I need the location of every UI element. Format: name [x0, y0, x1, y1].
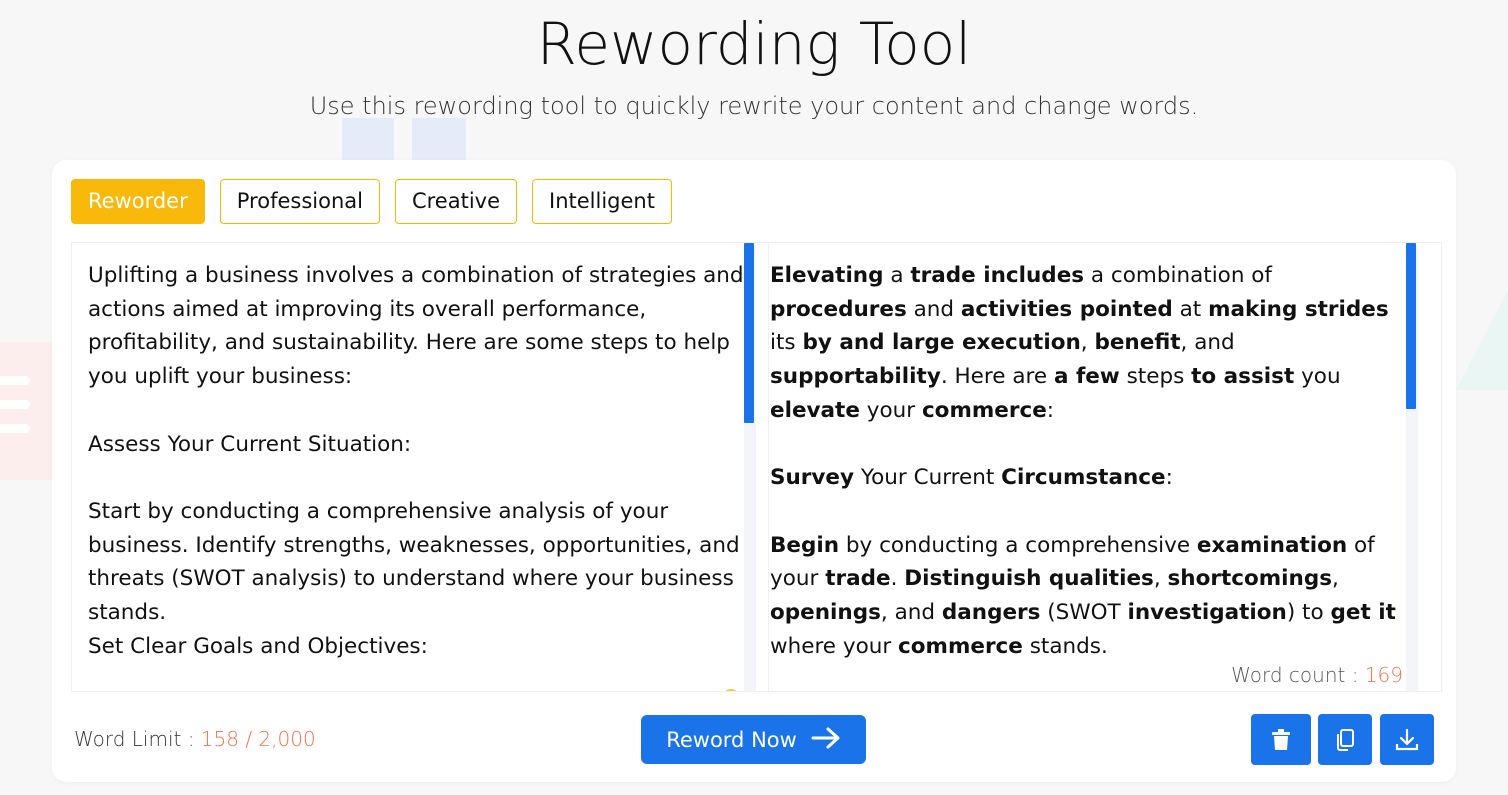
rewritten-word: elevate	[770, 397, 860, 423]
output-scroll-thumb[interactable]	[1406, 243, 1416, 409]
output-text-segment: your	[859, 397, 922, 423]
output-paragraph: Begin by conducting a comprehensive exam…	[770, 529, 1411, 664]
reword-now-button[interactable]: Reword Now	[641, 715, 866, 764]
output-text-segment: , and	[1180, 330, 1235, 356]
word-count-value: 169	[1364, 663, 1403, 687]
input-paragraph	[88, 394, 746, 428]
rewritten-word: get it	[1330, 600, 1396, 625]
tab-professional[interactable]: Professional	[219, 179, 380, 224]
download-button[interactable]	[1380, 714, 1434, 765]
output-scrollbar[interactable]	[1406, 243, 1418, 691]
tab-creative[interactable]: Creative	[394, 179, 518, 224]
output-text-segment: at	[1172, 296, 1209, 322]
output-text-segment: .	[890, 566, 905, 592]
trash-icon	[1272, 728, 1290, 750]
output-text: Elevating a trade includes a combination…	[770, 259, 1411, 663]
reword-now-label: Reword Now	[666, 727, 797, 752]
page-subtitle: Use this rewording tool to quickly rewri…	[309, 92, 1199, 120]
rewritten-word: Distinguish qualities	[904, 566, 1154, 592]
background-decoration	[342, 118, 394, 162]
output-text-segment: by conducting a comprehensive	[839, 532, 1197, 558]
rewritten-word: trade	[825, 566, 891, 592]
arrow-right-icon	[811, 726, 841, 754]
output-text-segment: a combination of	[1084, 263, 1273, 288]
input-paragraph: Assess Your Current Situation:	[88, 431, 412, 457]
rewritten-word: by and large execution	[802, 330, 1081, 356]
word-limit-value: 158 / 2,000	[200, 727, 316, 751]
output-text-segment: and	[906, 296, 961, 322]
output-paragraph	[770, 428, 1411, 462]
output-text-segment: a	[883, 263, 911, 288]
output-text-segment: ,	[1153, 566, 1168, 592]
output-text-segment: where your	[770, 633, 899, 659]
input-paragraph: Start by conducting a comprehensive anal…	[88, 498, 740, 625]
rewritten-word: making strides	[1208, 296, 1389, 322]
rewritten-word: supportability	[770, 364, 941, 390]
input-text[interactable]: Uplifting a business involves a combinat…	[88, 259, 746, 663]
rewritten-word: openings	[770, 600, 881, 625]
rewritten-word: Begin	[770, 532, 840, 558]
input-paragraph	[88, 461, 746, 495]
output-text-segment: ) to	[1286, 600, 1331, 625]
output-text-segment: ,	[1080, 330, 1095, 356]
tool-card: Reworder Professional Creative Intellige…	[52, 160, 1456, 782]
output-text-segment: steps	[1119, 364, 1192, 390]
rewritten-word: examination	[1196, 532, 1348, 558]
rewritten-word: trade includes	[910, 263, 1085, 288]
output-text-segment: Your Current	[854, 465, 1002, 491]
grammarly-badge: 5	[722, 689, 740, 691]
background-decoration	[412, 118, 466, 162]
background-decoration	[0, 342, 52, 480]
input-text-area[interactable]: Uplifting a business involves a combinat…	[71, 242, 769, 692]
rewritten-word: commerce	[898, 633, 1023, 659]
rewritten-word: Circumstance	[1001, 465, 1166, 491]
rewritten-word: investigation	[1127, 600, 1287, 625]
word-count-label: Word count :	[1231, 663, 1365, 687]
copy-button[interactable]	[1318, 714, 1372, 765]
output-text-segment: :	[1046, 397, 1055, 423]
output-paragraph	[770, 495, 1411, 529]
rewritten-word: to assist	[1191, 364, 1295, 390]
rewritten-word: procedures	[770, 296, 907, 322]
rewritten-word: Survey	[770, 465, 855, 491]
rewritten-word: benefit	[1094, 330, 1181, 356]
output-text-segment: (SWOT	[1040, 600, 1128, 625]
output-text-segment: . Here are	[940, 364, 1054, 390]
output-text-segment: , and	[880, 600, 942, 625]
page-title: Rewording Tool	[536, 10, 972, 78]
output-text-segment: stands.	[1022, 633, 1108, 659]
background-decoration	[1456, 290, 1508, 390]
download-icon	[1395, 728, 1419, 750]
word-limit-label: Word Limit :	[74, 727, 201, 751]
rewritten-word: Elevating	[770, 263, 884, 288]
output-text-segment: its	[770, 330, 803, 356]
mode-tabs: Reworder Professional Creative Intellige…	[71, 179, 672, 224]
rewritten-word: activities pointed	[960, 296, 1173, 322]
word-count: Word count : 169	[1227, 663, 1403, 687]
tab-reworder[interactable]: Reworder	[71, 179, 205, 224]
word-limit: Word Limit : 158 / 2,000	[74, 727, 316, 751]
copy-icon	[1337, 728, 1354, 751]
output-text-segment: you	[1294, 364, 1341, 390]
rewritten-word: commerce	[921, 397, 1047, 423]
output-text-area: Elevating a trade includes a combination…	[752, 242, 1442, 692]
input-paragraph: Set Clear Goals and Objectives:	[88, 633, 428, 659]
output-paragraph: Elevating a trade includes a combination…	[770, 259, 1411, 428]
rewritten-word: dangers	[941, 600, 1041, 625]
output-text-segment: ,	[1332, 566, 1339, 592]
output-paragraph: Survey Your Current Circumstance:	[770, 461, 1411, 495]
output-text-segment: :	[1165, 465, 1173, 491]
rewritten-word: shortcomings	[1167, 566, 1333, 592]
input-paragraph: Uplifting a business involves a combinat…	[88, 263, 744, 390]
rewritten-word: a few	[1053, 364, 1120, 390]
tab-intelligent[interactable]: Intelligent	[532, 179, 672, 224]
delete-button[interactable]	[1251, 714, 1311, 765]
